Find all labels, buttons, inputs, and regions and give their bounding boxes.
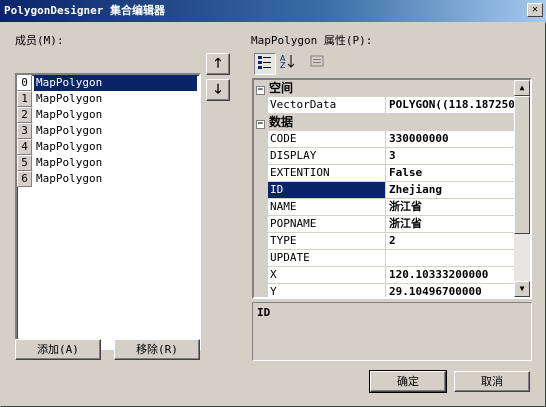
row-gutter	[254, 131, 268, 148]
category-row[interactable]: − 空间	[254, 80, 516, 97]
property-pages-button[interactable]	[306, 53, 328, 75]
member-name: MapPolygon	[36, 124, 103, 137]
property-value[interactable]: 29.10496700000	[387, 284, 516, 297]
member-name: MapPolygon	[36, 92, 103, 105]
category-name: 数据	[269, 115, 294, 129]
member-index: 6	[17, 171, 32, 187]
property-value[interactable]	[387, 250, 516, 266]
member-name: MapPolygon	[34, 75, 197, 91]
alphabetical-icon: A Z	[280, 54, 295, 70]
alphabetical-button[interactable]: A Z	[277, 53, 299, 75]
row-gutter	[254, 267, 268, 284]
move-up-button[interactable]: 🡑	[206, 53, 230, 75]
property-value[interactable]: 浙江省	[387, 199, 516, 215]
member-index: 5	[17, 155, 32, 171]
property-name: DISPLAY	[268, 148, 386, 164]
member-name: MapPolygon	[36, 172, 103, 185]
property-pages-icon	[310, 55, 324, 67]
member-name: MapPolygon	[36, 156, 103, 169]
member-row[interactable]: 3 MapPolygon	[17, 123, 199, 139]
member-row[interactable]: 1 MapPolygon	[17, 91, 199, 107]
cancel-button[interactable]: 取消	[454, 371, 530, 392]
row-gutter	[254, 216, 268, 233]
row-gutter	[254, 182, 268, 199]
member-index: 3	[17, 123, 32, 139]
property-grid[interactable]: − 空间 VectorData POLYGON((118.187250− 数据 CODE 3…	[252, 78, 532, 299]
title-bar: PolygonDesigner 集合编辑器 ✕	[0, 0, 546, 22]
property-value[interactable]: 3	[387, 148, 516, 164]
row-gutter	[254, 284, 268, 297]
categorized-button[interactable]	[254, 53, 276, 75]
vertical-scrollbar[interactable]: ▲ ▼	[514, 80, 530, 297]
row-gutter	[254, 148, 268, 165]
property-value[interactable]: False	[387, 165, 516, 181]
property-name: UPDATE	[268, 250, 386, 266]
collapse-icon[interactable]: −	[256, 120, 265, 129]
property-row[interactable]: TYPE 2	[254, 233, 516, 250]
scroll-down-button[interactable]: ▼	[514, 281, 530, 297]
row-gutter	[254, 97, 268, 114]
property-name: Y	[268, 284, 386, 297]
svg-text:Z: Z	[280, 61, 286, 69]
property-row[interactable]: VectorData POLYGON((118.187250	[254, 97, 516, 114]
property-name: NAME	[268, 199, 386, 215]
category-name: 空间	[269, 81, 294, 95]
member-row[interactable]: 2 MapPolygon	[17, 107, 199, 123]
move-down-button[interactable]: 🡓	[206, 79, 230, 101]
property-name: POPNAME	[268, 216, 386, 232]
member-row[interactable]: 4 MapPolygon	[17, 139, 199, 155]
scroll-thumb[interactable]	[514, 96, 530, 234]
property-row[interactable]: UPDATE	[254, 250, 516, 267]
property-row[interactable]: Y 29.10496700000	[254, 284, 516, 297]
row-gutter	[254, 250, 268, 267]
member-row[interactable]: 0 MapPolygon	[17, 75, 199, 91]
member-row[interactable]: 6 MapPolygon	[17, 171, 199, 187]
property-row[interactable]: ID Zhejiang	[254, 182, 516, 199]
categorized-icon	[258, 56, 271, 69]
property-value[interactable]: 浙江省	[387, 216, 516, 232]
member-index: 1	[17, 91, 32, 107]
remove-button[interactable]: 移除(R)	[114, 339, 200, 360]
property-name: ID	[268, 182, 386, 198]
member-row[interactable]: 5 MapPolygon	[17, 155, 199, 171]
property-name: VectorData	[268, 97, 386, 113]
scroll-up-button[interactable]: ▲	[514, 80, 530, 96]
description-panel: ID	[252, 302, 532, 361]
property-value[interactable]: 330000000	[387, 131, 516, 147]
property-row[interactable]: X 120.10333200000	[254, 267, 516, 284]
property-row[interactable]: NAME 浙江省	[254, 199, 516, 216]
member-index: 2	[17, 107, 32, 123]
collapse-icon[interactable]: −	[256, 86, 265, 95]
property-value[interactable]: 120.10333200000	[387, 267, 516, 283]
property-row[interactable]: CODE 330000000	[254, 131, 516, 148]
property-value[interactable]: Zhejiang	[387, 182, 516, 198]
add-button[interactable]: 添加(A)	[15, 339, 101, 360]
property-name: EXTENTION	[268, 165, 386, 181]
category-row[interactable]: − 数据	[254, 114, 516, 131]
member-index: 4	[17, 139, 32, 155]
members-label: 成员(M):	[15, 34, 64, 47]
editor-window: 成员(M): 0 MapPolygon 1 MapPolygon 2 MapPolygon…	[0, 22, 546, 407]
members-list[interactable]: 0 MapPolygon 1 MapPolygon 2 MapPolygon 3 MapPol…	[15, 73, 201, 350]
row-gutter	[254, 233, 268, 250]
property-row[interactable]: EXTENTION False	[254, 165, 516, 182]
member-index: 0	[17, 75, 32, 91]
row-gutter	[254, 199, 268, 216]
properties-label: MapPolygon 属性(P):	[251, 34, 373, 47]
member-name: MapPolygon	[36, 108, 103, 121]
property-row[interactable]: DISPLAY 3	[254, 148, 516, 165]
ok-button[interactable]: 确定	[369, 370, 447, 393]
close-button[interactable]: ✕	[527, 3, 543, 17]
member-name: MapPolygon	[36, 140, 103, 153]
property-name: CODE	[268, 131, 386, 147]
property-name: TYPE	[268, 233, 386, 249]
description-title: ID	[257, 306, 271, 319]
window-title: PolygonDesigner 集合编辑器	[4, 4, 165, 17]
property-row[interactable]: POPNAME 浙江省	[254, 216, 516, 233]
property-value[interactable]: POLYGON((118.187250	[387, 97, 516, 113]
property-name: X	[268, 267, 386, 283]
property-value[interactable]: 2	[387, 233, 516, 249]
row-gutter	[254, 165, 268, 182]
